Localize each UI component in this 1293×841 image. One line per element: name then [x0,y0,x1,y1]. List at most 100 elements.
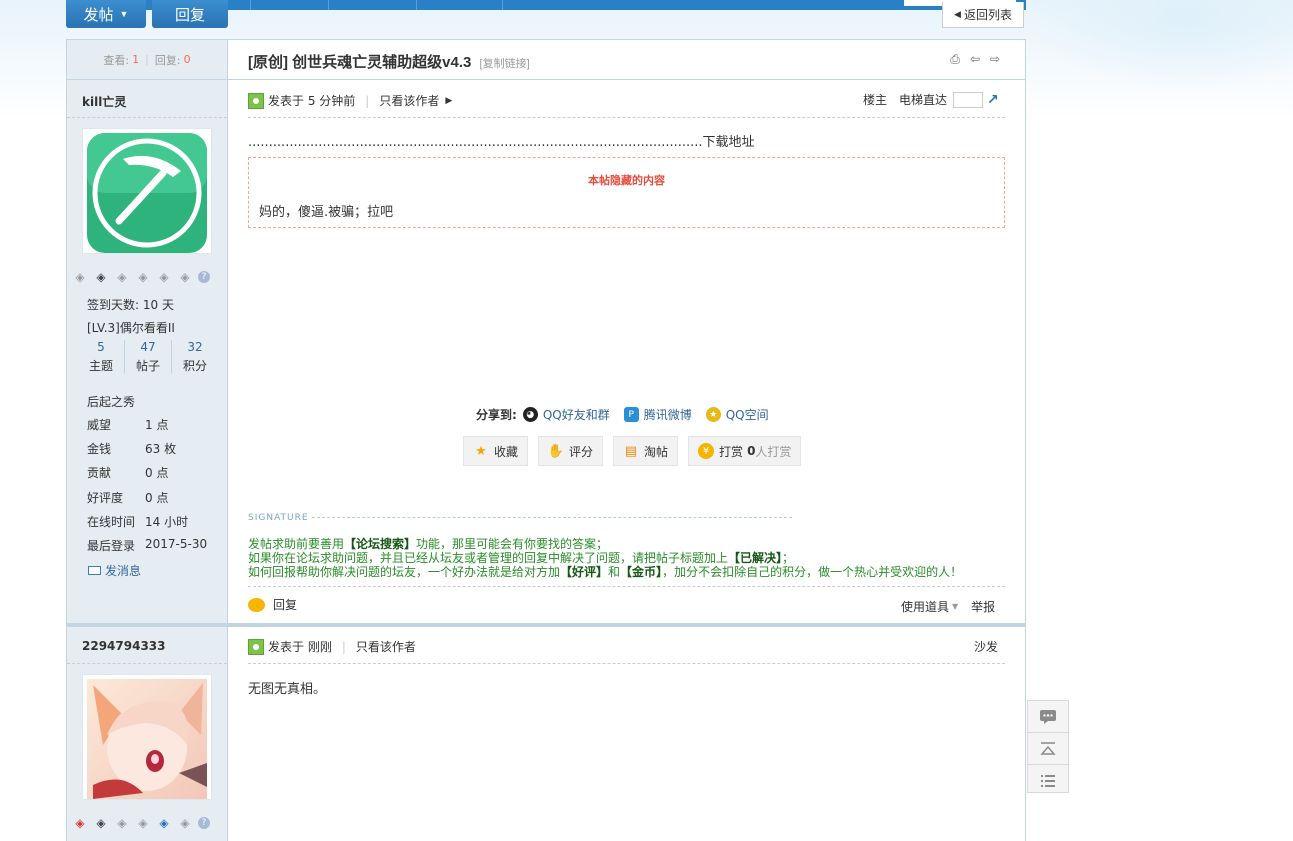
nav-divider [328,0,329,10]
profile-value: 1 点 [145,418,169,432]
post-tools: 使用道具 ▼ 举报 [901,598,995,615]
divider [248,117,1005,118]
rate-label: 评分 [569,444,594,459]
signature-text: ，加分不会扣除自己的积分，做一个热心并受欢迎的人！ [662,565,963,579]
share-qzone[interactable]: ★ QQ空间 [705,406,769,423]
views-count: 1 [132,53,140,66]
share-tencent-weibo[interactable]: P 腾讯微博 [623,406,692,423]
profile-value: 63 枚 [145,442,177,456]
gem-icon: ◈ [138,270,148,284]
reply-link-label: 回复 [273,598,298,612]
share-item-label: 腾讯微博 [643,408,692,422]
signature-line: 如何回报帮助你解决问题的坛友，一个好办法就是给对方加【好评】和【金币】，加分不会… [248,563,962,580]
back-to-top-icon[interactable] [1028,733,1068,765]
gem-icon: ◈ [117,270,127,284]
use-tools-button[interactable]: 使用道具 [901,598,949,615]
list-icon[interactable] [1028,765,1068,796]
rate-button[interactable]: ✋ 评分 [538,436,604,466]
speech-bubble-icon [248,597,265,612]
avatar[interactable] [82,128,212,254]
back-to-list-label: 返回列表 [963,8,1012,22]
hidden-content-text: 妈的，傻逼.被骗；拉吧 [259,205,394,220]
share-qq-friends[interactable]: ◕ QQ好友和群 [522,406,610,423]
star-icon: ★ [475,443,487,459]
replies-label: 回复: [154,53,181,67]
floor-tools: 楼主 电梯直达 ↗ [863,91,999,108]
new-post-button[interactable]: 发帖 ▼ [66,0,146,28]
elevator-go-icon[interactable]: ↗ [987,92,999,108]
tip-count: 0 [747,444,756,458]
profile-key: 贡献 [87,466,112,480]
comment-icon[interactable] [1028,701,1068,733]
profile-key: 最后登录 [87,539,136,553]
send-message-link[interactable]: 发消息 [88,562,141,579]
user-rank: 后起之秀 [87,395,136,409]
only-author-link[interactable]: 只看该作者 [356,638,416,655]
profile-value: 14 小时 [145,515,189,529]
count-label: 主题 [88,359,113,373]
signature-highlight: 【好评】 [560,565,609,579]
count-topics[interactable]: 5 主题 [78,340,125,374]
thread-title-tools: ⎙ ⇦ ⇨ [948,52,1002,67]
print-icon[interactable]: ⎙ [948,52,962,66]
triangle-right-icon: ▶ [445,95,453,106]
signature-label: SIGNATURE [248,513,309,523]
favorite-button[interactable]: ★ 收藏 [463,436,529,466]
next-thread-icon[interactable]: ⇨ [988,52,1002,66]
avatar[interactable] [82,674,212,800]
reply-link[interactable]: 回复 [248,596,297,613]
elevator-input[interactable] [953,91,984,108]
count-number: 5 [97,340,105,354]
only-author-link[interactable]: 只看该作者 [379,92,439,109]
previous-thread-icon[interactable]: ⇦ [968,52,982,66]
profile-value: 2017-5-30 [145,537,208,551]
elevator-label: 电梯直达 [899,93,948,107]
thread-title-row: [原创] 创世兵魂亡灵辅助超级v4.3 [复制链接] [248,51,530,72]
post-time: 发表于 刚刚 [268,640,332,654]
gem-icon: ◈ [96,270,106,284]
new-post-label: 发帖 [83,6,114,24]
profile-key: 威望 [87,418,112,432]
gem-icon: ◈ [96,816,106,830]
divider [248,663,1005,664]
online-user-icon [248,638,264,655]
reply-button[interactable]: 回复 [152,0,228,28]
chevron-down-icon: ▼ [952,602,959,611]
author-name[interactable]: 2294794333 [82,639,166,653]
coin-icon: ¥ [698,443,715,459]
author-name[interactable]: kill亡灵 [82,93,126,110]
help-icon[interactable]: ? [198,817,210,829]
user-level: [LV.3]偶尔看看II [87,321,175,335]
divider [248,586,1005,587]
profile-row: 好评度 0 点 [87,489,168,506]
profile-key: 金钱 [87,442,112,456]
post-actions: ★ 收藏 ✋ 评分 ▤ 淘帖 ¥ 打赏 0 人打赏 [463,436,802,466]
post-meta: 发表于 刚刚 | 只看该作者 [248,638,416,655]
online-user-icon [248,92,264,109]
count-posts[interactable]: 47 帖子 [125,340,172,374]
floor-label: 沙发 [974,640,999,654]
hidden-content-box: 本帖隐藏的内容 妈的，傻逼.被骗；拉吧 [248,157,1005,228]
signature-highlight: 【金币】 [620,565,663,579]
qzone-star-icon: ★ [705,407,721,422]
signature-divider [312,517,792,518]
back-to-list-button[interactable]: ◀ 返回列表 [942,2,1024,28]
count-points[interactable]: 32 积分 [172,340,218,374]
weibo-icon: P [623,407,639,422]
tip-button[interactable]: ¥ 打赏 0 人打赏 [688,436,802,466]
count-number: 47 [140,340,156,354]
post-content: ........................................… [248,135,755,150]
help-icon[interactable]: ? [198,271,210,283]
report-button[interactable]: 举报 [971,598,995,615]
triangle-left-icon: ◀ [954,9,961,20]
thread-title: [原创] 创世兵魂亡灵辅助超级v4.3 [248,54,472,71]
post-time: 发表于 5 分钟前 [268,94,356,108]
copy-link-button[interactable]: [复制链接] [480,58,530,70]
taobao-button[interactable]: ▤ 淘帖 [613,436,679,466]
gem-icon: ◈ [159,270,169,284]
floor-tools: 沙发 [974,638,998,655]
gem-icon: ◈ [75,816,85,830]
thread-stats: 查看: 1 | 回复: 0 [67,40,227,79]
floating-toolbar [1027,700,1069,793]
medal-row: ◈ ◈ ◈ ◈ ◈ ◈ ? [72,270,210,284]
